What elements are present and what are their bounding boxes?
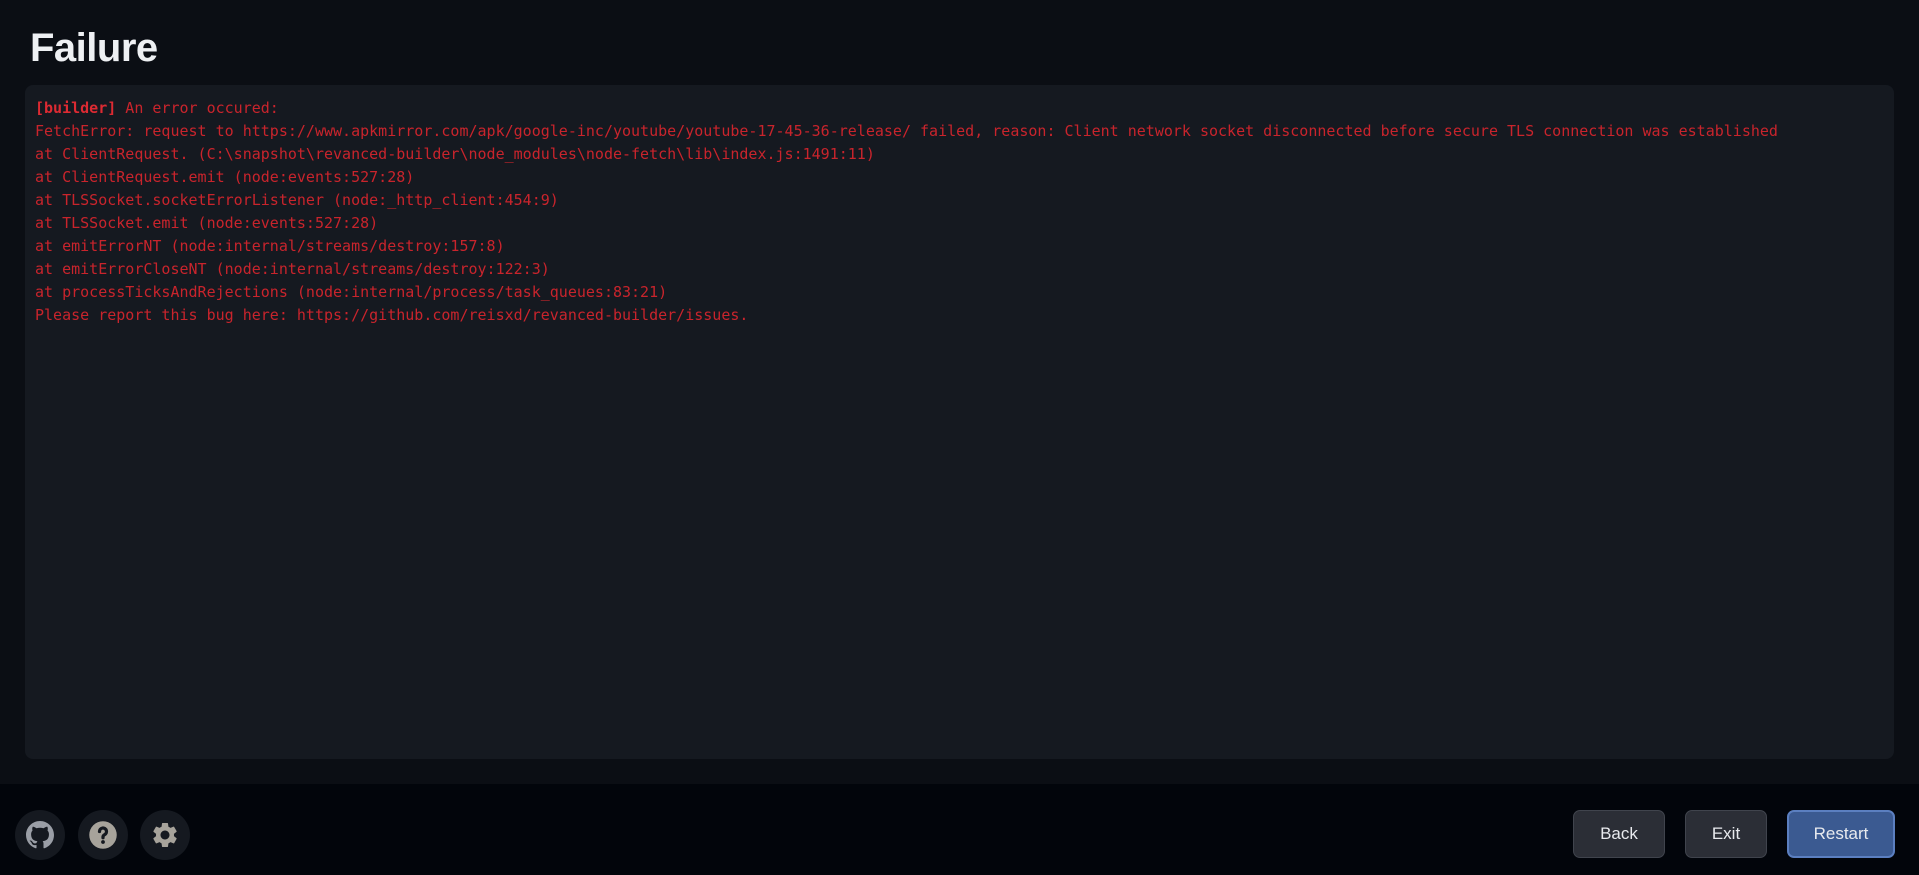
help-icon (89, 821, 117, 849)
log-line-header: [builder] An error occured: (35, 97, 1884, 120)
log-line: at emitErrorNT (node:internal/streams/de… (35, 237, 505, 255)
log-line: at TLSSocket.socketErrorListener (node:_… (35, 191, 559, 209)
log-line: at ClientRequest. (C:\snapshot\revanced-… (35, 145, 875, 163)
footer-bar: Back Exit Restart (0, 784, 1919, 875)
log-line: Please report this bug here: https://git… (35, 306, 749, 324)
settings-icon (153, 823, 177, 847)
log-line: at processTicksAndRejections (node:inter… (35, 283, 668, 301)
restart-button[interactable]: Restart (1787, 810, 1895, 858)
log-line: at emitErrorCloseNT (node:internal/strea… (35, 260, 550, 278)
exit-button[interactable]: Exit (1685, 810, 1767, 858)
github-button[interactable] (15, 810, 65, 860)
failure-page: Failure [builder] An error occured: Fetc… (0, 0, 1919, 875)
error-log-panel: [builder] An error occured: FetchError: … (25, 85, 1894, 759)
github-icon (26, 821, 54, 849)
page-title: Failure (30, 26, 158, 70)
log-source-tag: [builder] (35, 99, 117, 117)
log-line: at TLSSocket.emit (node:events:527:28) (35, 214, 379, 232)
settings-button[interactable] (140, 810, 190, 860)
back-button[interactable]: Back (1573, 810, 1665, 858)
log-line: FetchError: request to https://www.apkmi… (35, 122, 1778, 140)
help-button[interactable] (78, 810, 128, 860)
log-line: at ClientRequest.emit (node:events:527:2… (35, 168, 415, 186)
log-header-text: An error occured: (116, 99, 279, 117)
